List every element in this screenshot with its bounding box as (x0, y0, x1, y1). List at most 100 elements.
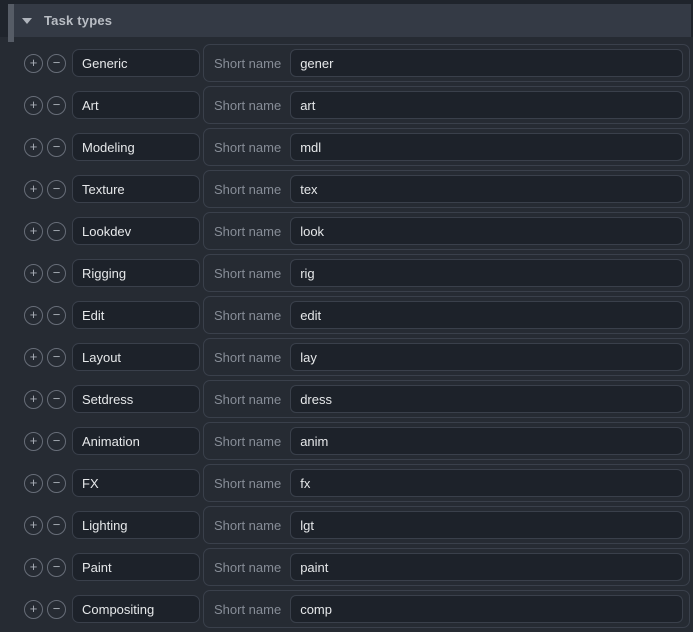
short-name-group: Short name (203, 590, 690, 628)
short-name-input[interactable] (290, 217, 683, 245)
task-type-row: + − Short name (24, 44, 690, 82)
remove-task-type-button[interactable]: − (47, 558, 66, 577)
short-name-group: Short name (203, 464, 690, 502)
add-task-type-button[interactable]: + (24, 264, 43, 283)
add-task-type-button[interactable]: + (24, 474, 43, 493)
task-name-input[interactable] (72, 427, 200, 455)
task-type-row: + − Short name (24, 422, 690, 460)
task-type-row: + − Short name (24, 464, 690, 502)
short-name-input[interactable] (290, 49, 683, 77)
short-name-label: Short name (214, 434, 281, 449)
remove-task-type-button[interactable]: − (47, 432, 66, 451)
add-task-type-button[interactable]: + (24, 138, 43, 157)
remove-task-type-button[interactable]: − (47, 348, 66, 367)
task-type-rows: + − Short name + − Short name + − Short … (0, 37, 693, 628)
short-name-input[interactable] (290, 175, 683, 203)
add-task-type-button[interactable]: + (24, 306, 43, 325)
add-task-type-button[interactable]: + (24, 600, 43, 619)
remove-task-type-button[interactable]: − (47, 180, 66, 199)
add-task-type-button[interactable]: + (24, 222, 43, 241)
short-name-group: Short name (203, 86, 690, 124)
task-type-row: + − Short name (24, 296, 690, 334)
task-type-row: + − Short name (24, 212, 690, 250)
short-name-label: Short name (214, 224, 281, 239)
short-name-label: Short name (214, 182, 281, 197)
short-name-group: Short name (203, 422, 690, 460)
add-task-type-button[interactable]: + (24, 558, 43, 577)
short-name-label: Short name (214, 98, 281, 113)
task-name-input[interactable] (72, 133, 200, 161)
task-type-row: + − Short name (24, 506, 690, 544)
task-type-row: + − Short name (24, 380, 690, 418)
short-name-group: Short name (203, 128, 690, 166)
short-name-label: Short name (214, 602, 281, 617)
short-name-group: Short name (203, 338, 690, 376)
task-name-input[interactable] (72, 511, 200, 539)
remove-task-type-button[interactable]: − (47, 306, 66, 325)
short-name-input[interactable] (290, 385, 683, 413)
remove-task-type-button[interactable]: − (47, 222, 66, 241)
short-name-label: Short name (214, 56, 281, 71)
remove-task-type-button[interactable]: − (47, 54, 66, 73)
short-name-input[interactable] (290, 595, 683, 623)
short-name-input[interactable] (290, 133, 683, 161)
task-type-row: + − Short name (24, 86, 690, 124)
short-name-input[interactable] (290, 511, 683, 539)
short-name-label: Short name (214, 350, 281, 365)
task-name-input[interactable] (72, 259, 200, 287)
add-task-type-button[interactable]: + (24, 348, 43, 367)
short-name-group: Short name (203, 506, 690, 544)
remove-task-type-button[interactable]: − (47, 264, 66, 283)
task-name-input[interactable] (72, 385, 200, 413)
add-task-type-button[interactable]: + (24, 390, 43, 409)
short-name-group: Short name (203, 170, 690, 208)
remove-task-type-button[interactable]: − (47, 474, 66, 493)
short-name-input[interactable] (290, 301, 683, 329)
task-types-header[interactable]: Task types (8, 4, 691, 37)
add-task-type-button[interactable]: + (24, 96, 43, 115)
remove-task-type-button[interactable]: − (47, 600, 66, 619)
short-name-input[interactable] (290, 427, 683, 455)
add-task-type-button[interactable]: + (24, 516, 43, 535)
task-name-input[interactable] (72, 217, 200, 245)
short-name-input[interactable] (290, 469, 683, 497)
remove-task-type-button[interactable]: − (47, 138, 66, 157)
task-types-panel: Task types + − Short name + − Short name… (0, 0, 693, 628)
short-name-input[interactable] (290, 343, 683, 371)
task-type-row: + − Short name (24, 338, 690, 376)
task-name-input[interactable] (72, 553, 200, 581)
short-name-group: Short name (203, 254, 690, 292)
short-name-input[interactable] (290, 259, 683, 287)
task-name-input[interactable] (72, 175, 200, 203)
remove-task-type-button[interactable]: − (47, 390, 66, 409)
short-name-input[interactable] (290, 91, 683, 119)
panel-title: Task types (44, 13, 112, 28)
task-name-input[interactable] (72, 301, 200, 329)
task-name-input[interactable] (72, 91, 200, 119)
collapse-caret-icon[interactable] (22, 18, 32, 24)
task-name-input[interactable] (72, 469, 200, 497)
task-type-row: + − Short name (24, 128, 690, 166)
short-name-label: Short name (214, 266, 281, 281)
add-task-type-button[interactable]: + (24, 180, 43, 199)
task-name-input[interactable] (72, 343, 200, 371)
short-name-group: Short name (203, 296, 690, 334)
short-name-group: Short name (203, 44, 690, 82)
remove-task-type-button[interactable]: − (47, 516, 66, 535)
remove-task-type-button[interactable]: − (47, 96, 66, 115)
task-type-row: + − Short name (24, 254, 690, 292)
short-name-group: Short name (203, 380, 690, 418)
panel-header-wrap: Task types (0, 0, 693, 37)
short-name-label: Short name (214, 476, 281, 491)
short-name-label: Short name (214, 308, 281, 323)
task-name-input[interactable] (72, 595, 200, 623)
short-name-label: Short name (214, 392, 281, 407)
short-name-input[interactable] (290, 553, 683, 581)
add-task-type-button[interactable]: + (24, 432, 43, 451)
task-type-row: + − Short name (24, 548, 690, 586)
short-name-label: Short name (214, 140, 281, 155)
header-accent-bar (8, 4, 14, 42)
task-name-input[interactable] (72, 49, 200, 77)
add-task-type-button[interactable]: + (24, 54, 43, 73)
task-type-row: + − Short name (24, 170, 690, 208)
